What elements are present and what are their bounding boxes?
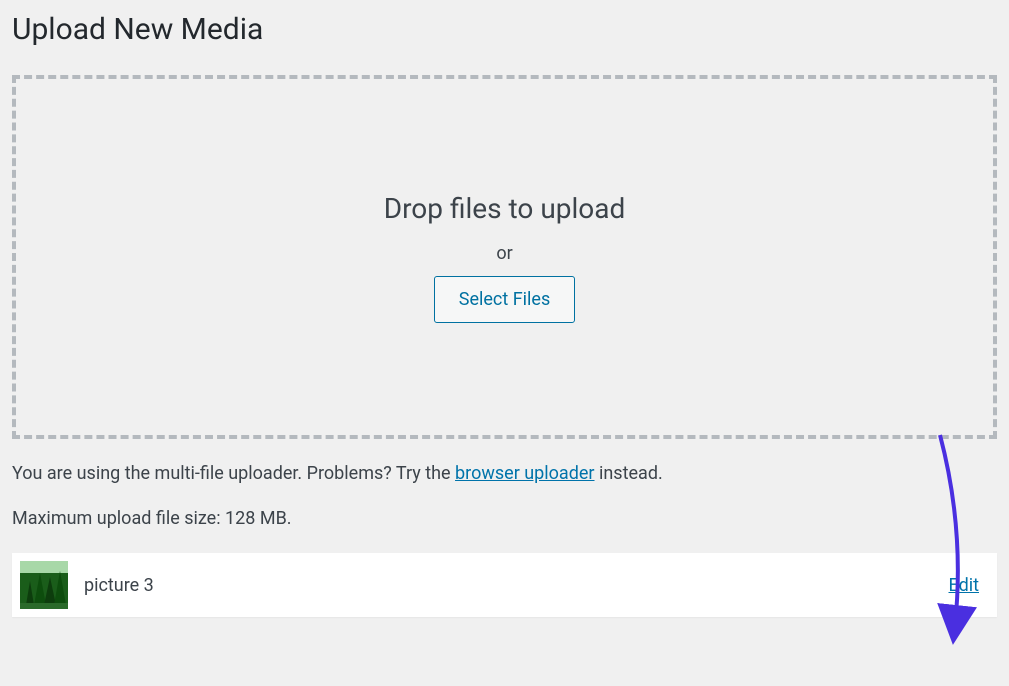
media-item-row: picture 3 Edit	[12, 553, 997, 617]
page-title: Upload New Media	[12, 12, 997, 47]
uploader-info-text: You are using the multi-file uploader. P…	[12, 463, 997, 484]
select-files-button[interactable]: Select Files	[434, 276, 575, 323]
forest-thumbnail-icon	[20, 561, 68, 609]
dropzone-or-label: or	[496, 243, 512, 264]
uploader-info-prefix: You are using the multi-file uploader. P…	[12, 463, 455, 484]
media-thumbnail	[20, 561, 68, 609]
max-upload-size: Maximum upload file size: 128 MB.	[12, 508, 997, 529]
browser-uploader-link[interactable]: browser uploader	[455, 463, 594, 484]
uploader-info-suffix: instead.	[595, 463, 663, 484]
media-item-title: picture 3	[84, 575, 949, 596]
edit-media-link[interactable]: Edit	[949, 575, 979, 596]
upload-dropzone[interactable]: Drop files to upload or Select Files	[12, 75, 997, 439]
dropzone-drop-label: Drop files to upload	[384, 192, 626, 225]
